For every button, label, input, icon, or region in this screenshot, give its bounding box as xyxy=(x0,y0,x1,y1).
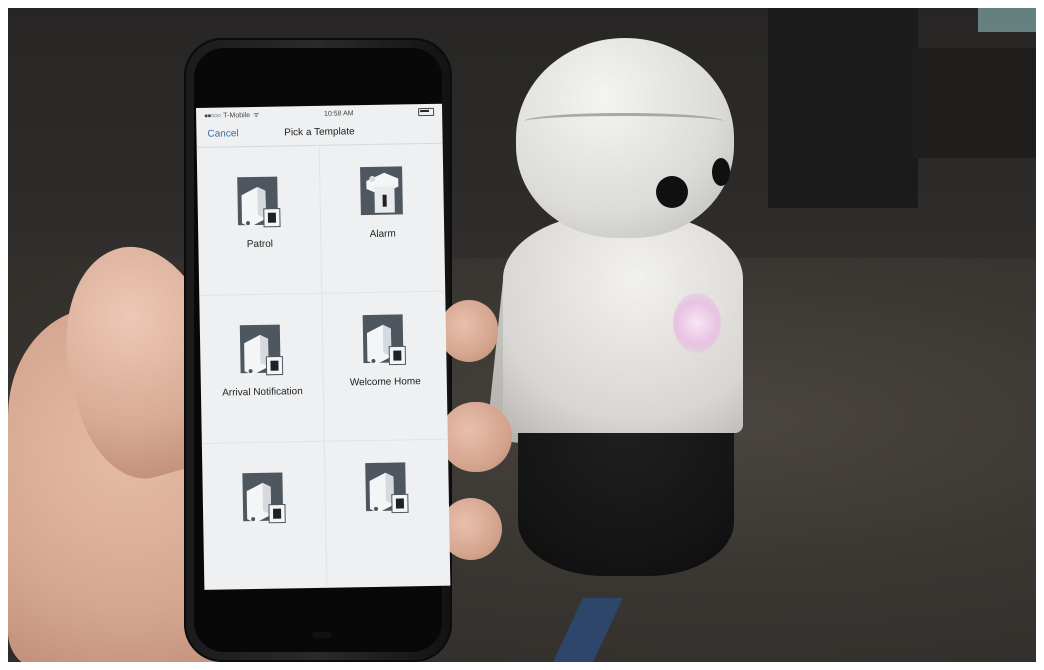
scene-photo xyxy=(8,8,1036,662)
camera-template-icon xyxy=(365,462,409,514)
robot-head xyxy=(516,38,734,238)
camera-template-icon xyxy=(239,324,284,376)
camera-template-icon xyxy=(362,314,407,366)
template-grid: Patrol Alarm Arrival Notification Welcom… xyxy=(196,143,451,590)
template-label xyxy=(326,532,449,534)
alarm-template-icon xyxy=(360,166,403,216)
app-screen: ●●○○○ T-Mobile ᯤ 10:58 AM Cancel Pick a … xyxy=(196,103,451,590)
robot-eye-left xyxy=(656,176,688,208)
wall-panel-right xyxy=(913,48,1036,158)
template-label: Arrival Notification xyxy=(222,386,303,399)
signal-icon: ●●○○○ xyxy=(204,112,221,120)
clock: 10:58 AM xyxy=(323,109,354,118)
template-label: Alarm xyxy=(369,228,396,240)
template-tile-patrol[interactable]: Patrol xyxy=(196,145,323,296)
carrier-label: T-Mobile xyxy=(223,111,251,120)
template-tile[interactable] xyxy=(324,439,451,590)
template-label: Welcome Home xyxy=(349,376,421,389)
robot-head-band xyxy=(524,113,724,130)
template-tile-arrival-notification[interactable]: Arrival Notification xyxy=(199,293,325,444)
phone-speaker xyxy=(312,632,332,638)
robot-light xyxy=(673,293,721,353)
template-label xyxy=(203,534,326,536)
wall-panel xyxy=(768,8,918,208)
wifi-icon: ᯤ xyxy=(253,111,260,119)
template-tile-alarm[interactable]: Alarm xyxy=(319,143,446,294)
finger-2 xyxy=(440,402,512,472)
template-label: Patrol xyxy=(246,238,274,251)
camera-template-icon xyxy=(237,176,281,228)
battery-icon xyxy=(418,107,435,117)
finger-1 xyxy=(440,300,498,362)
template-tile-welcome-home[interactable]: Welcome Home xyxy=(322,291,448,442)
page-title: Pick a Template xyxy=(284,126,355,139)
robot-eye-right xyxy=(712,158,730,186)
template-tile[interactable] xyxy=(201,441,328,590)
background-object xyxy=(978,8,1036,32)
camera-template-icon xyxy=(242,472,286,524)
